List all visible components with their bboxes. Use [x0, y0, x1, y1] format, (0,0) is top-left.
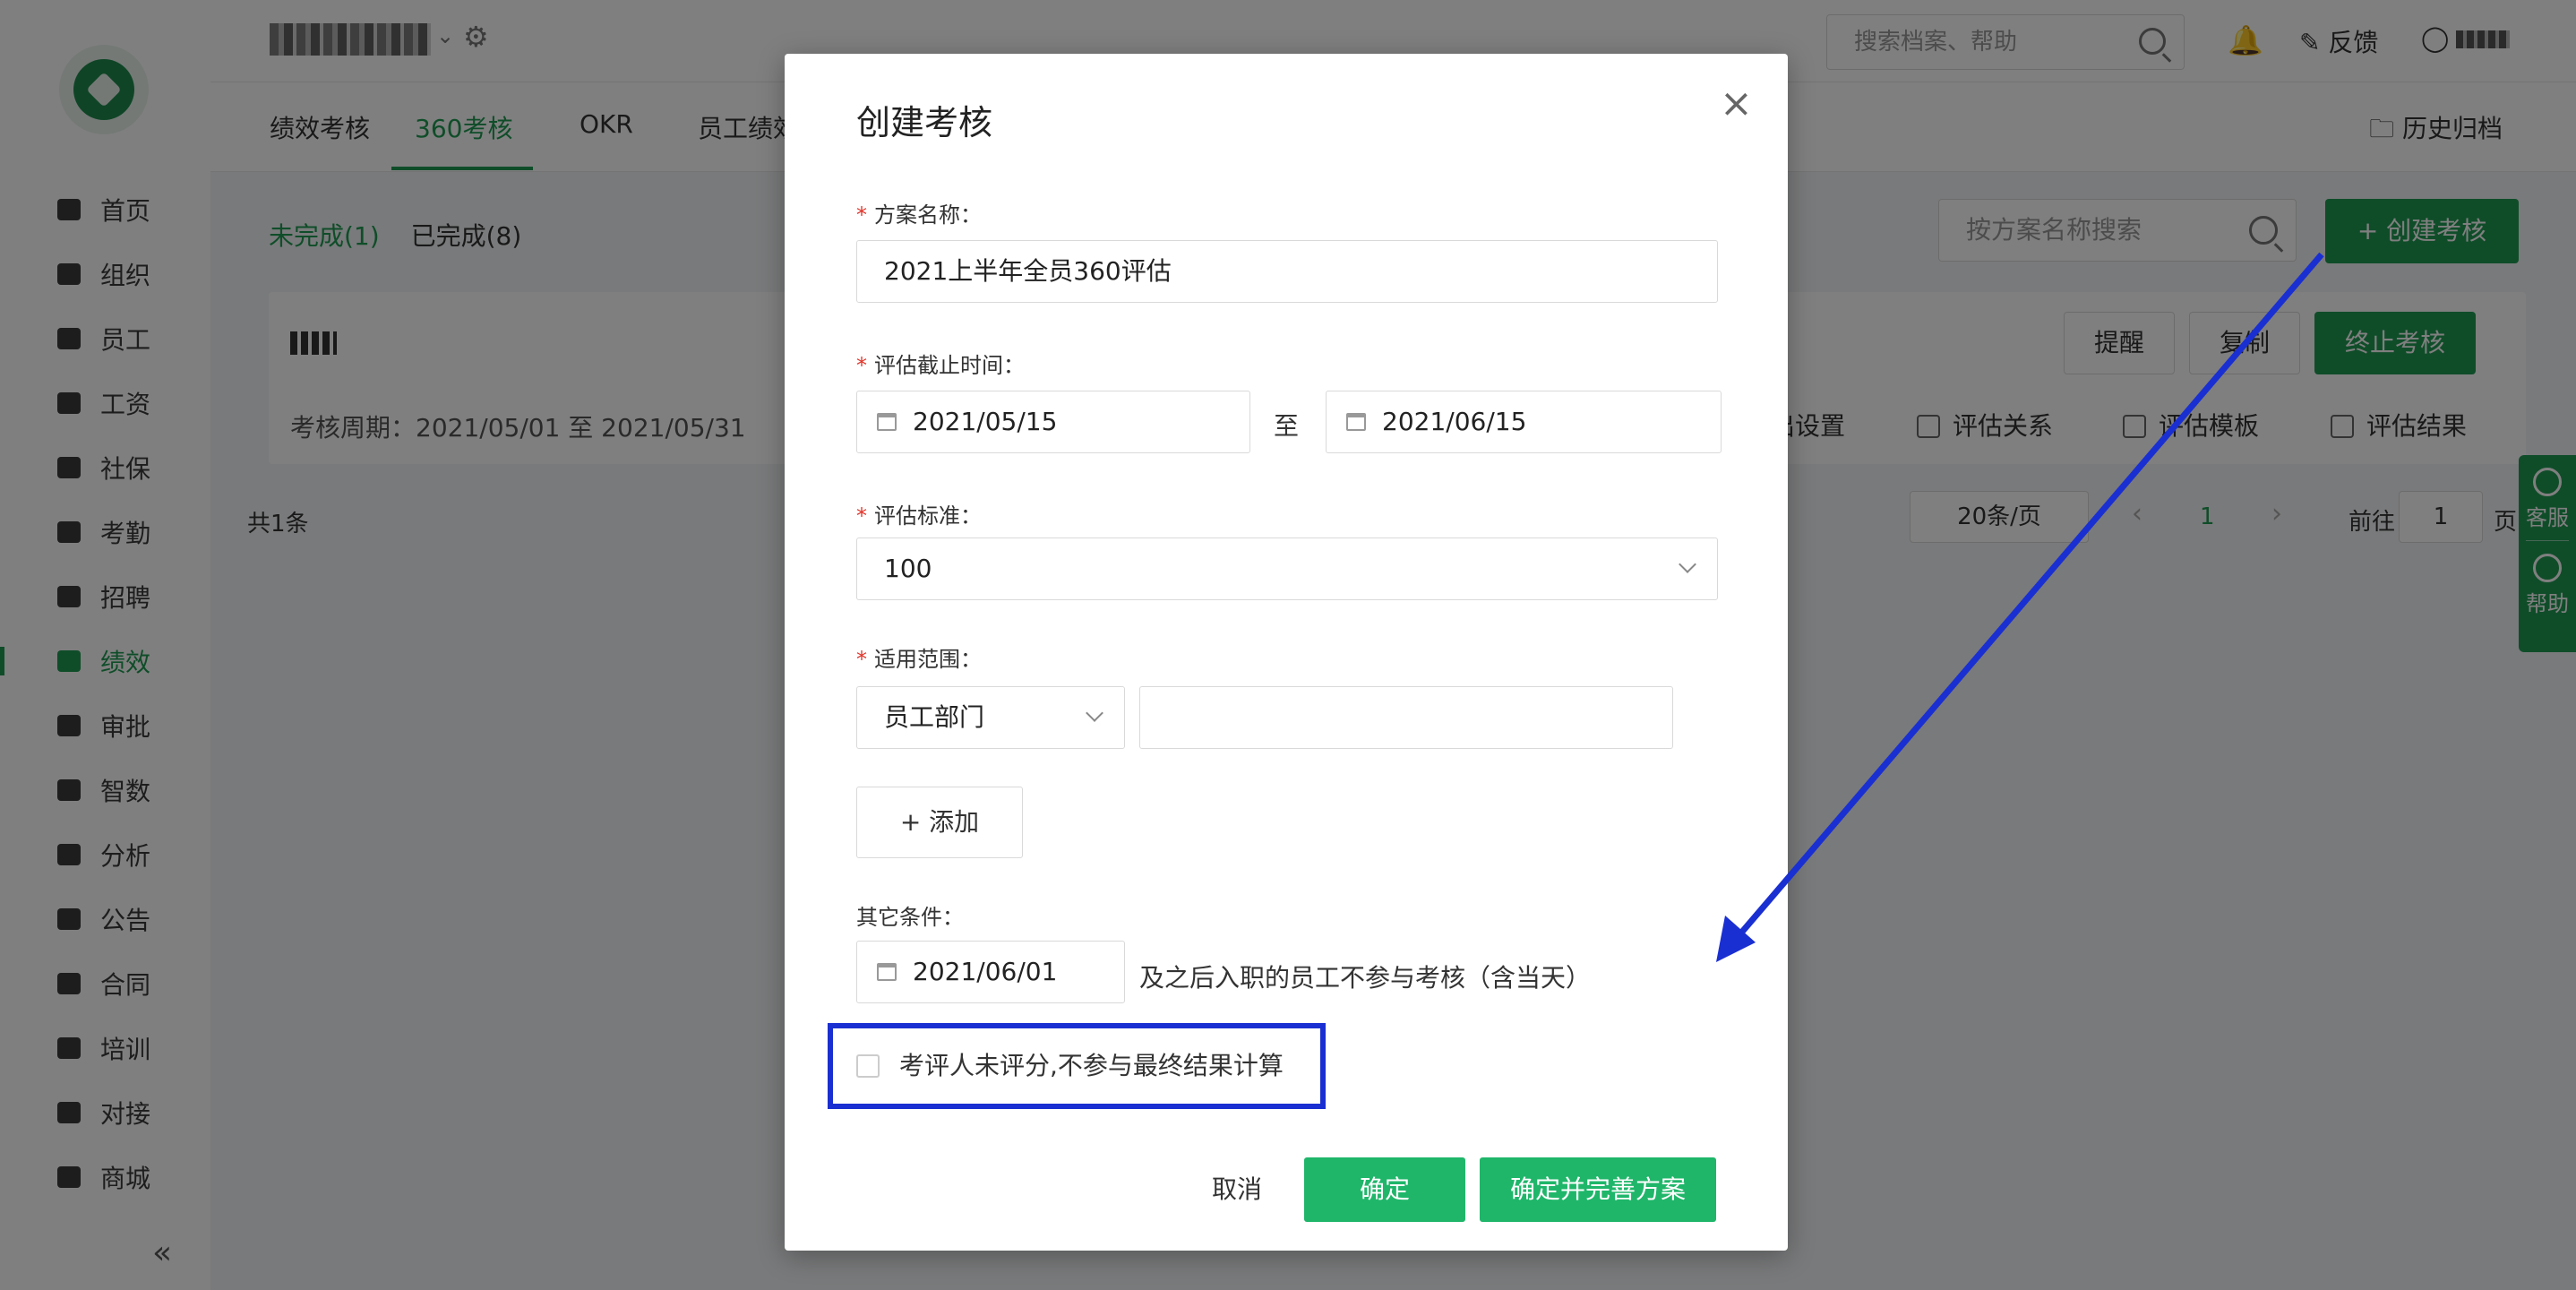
confirm-button[interactable]: 确定 [1304, 1157, 1465, 1222]
modal-title: 创建考核 [856, 103, 993, 142]
calendar-icon [877, 963, 897, 981]
other-conditions-label: 其它条件： [856, 905, 964, 930]
close-icon[interactable]: × [1720, 84, 1753, 124]
standard-label: * 评估标准： [856, 503, 982, 529]
standard-select[interactable]: 100 [856, 538, 1718, 600]
cancel-button[interactable]: 取消 [1170, 1157, 1304, 1222]
start-date-picker[interactable]: 2021/05/15 [856, 391, 1250, 453]
end-date-picker[interactable]: 2021/06/15 [1326, 391, 1722, 453]
calendar-icon [1346, 413, 1366, 431]
date-range-separator: 至 [1274, 411, 1300, 441]
chevron-down-icon [1679, 555, 1696, 573]
add-scope-button[interactable]: + 添加 [856, 787, 1023, 858]
scope-type-select[interactable]: 员工部门 [856, 686, 1125, 749]
plan-name-input[interactable]: 2021上半年全员360评估 [856, 240, 1718, 303]
confirm-and-complete-button[interactable]: 确定并完善方案 [1480, 1157, 1716, 1222]
annotation-highlight-box [828, 1023, 1326, 1109]
scope-label: * 适用范围： [856, 647, 982, 672]
entry-date-picker[interactable]: 2021/06/01 [856, 941, 1125, 1003]
chevron-down-icon [1086, 704, 1103, 722]
scope-value-input[interactable] [1139, 686, 1673, 749]
plan-name-label: * 方案名称： [856, 202, 982, 228]
calendar-icon [877, 413, 897, 431]
entry-date-hint: 及之后入职的员工不参与考核（含当天） [1139, 963, 1592, 993]
deadline-label: * 评估截止时间： [856, 353, 1025, 378]
